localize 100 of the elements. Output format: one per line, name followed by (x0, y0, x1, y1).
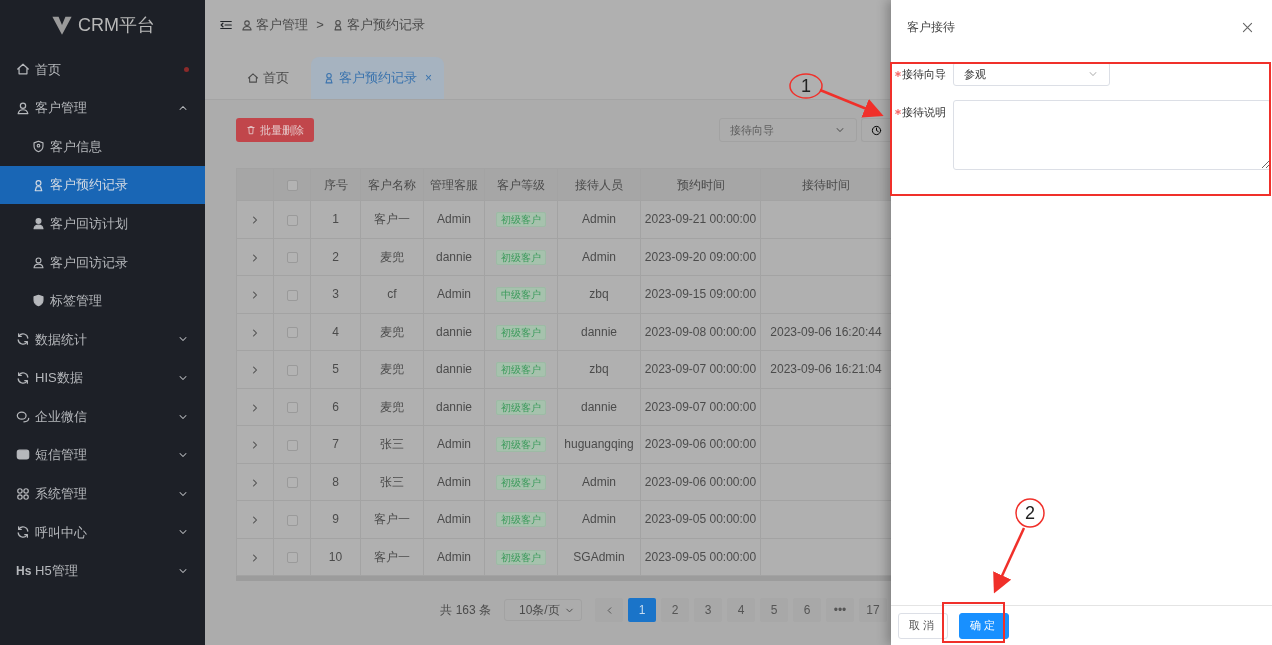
page-button[interactable]: 1 (628, 598, 656, 622)
page-button[interactable]: 6 (793, 598, 821, 622)
sidebar-item[interactable]: 首页 (0, 50, 205, 89)
confirm-button[interactable]: 确定 (959, 612, 1009, 639)
table-cell: 4 (310, 313, 361, 351)
sidebar-item[interactable]: 客户回访计划 (0, 204, 205, 243)
menu-toggle-button[interactable] (219, 18, 233, 32)
shield-icon (32, 294, 45, 308)
sidebar-label: 客户信息 (50, 137, 102, 156)
page-button[interactable]: 3 (694, 598, 722, 622)
chat-icon (16, 409, 30, 424)
page-button[interactable]: 2 (661, 598, 689, 622)
sidebar-label: 首页 (35, 60, 61, 79)
annotation-circle (789, 73, 823, 99)
table-cell: 2023-09-20 09:00:00 (640, 238, 761, 276)
table-cell: Admin (557, 200, 641, 238)
page-button[interactable]: 4 (727, 598, 755, 622)
table-cell: dannie (423, 388, 485, 426)
close-icon[interactable]: × (425, 69, 432, 87)
page-button[interactable]: ••• (826, 598, 854, 622)
page-button[interactable]: 5 (760, 598, 788, 622)
table-cell: huguangqing (557, 425, 641, 463)
sidebar-item[interactable]: 客户回访记录 (0, 242, 205, 282)
table-cell: Admin (557, 500, 641, 538)
row-checkbox[interactable] (286, 439, 298, 451)
table-cell: 10 (310, 538, 361, 576)
table-cell: 2023-09-06 00:00:00 (640, 463, 761, 501)
breadcrumb-item[interactable]: 客户预约记录 (331, 15, 426, 35)
tab[interactable]: 首页 (235, 57, 301, 99)
sidebar-item[interactable]: 客户管理 (0, 88, 205, 128)
select-all-checkbox[interactable] (286, 179, 298, 191)
table-cell: 2023-09-07 00:00:00 (640, 388, 761, 426)
sidebar-label: 客户回访计划 (50, 214, 128, 233)
highlight-box (942, 602, 1005, 643)
column-header: 序号 (310, 168, 361, 201)
refresh-icon (16, 332, 30, 347)
column-header: 接待时间 (760, 168, 892, 201)
tab-label: 首页 (263, 69, 289, 88)
sidebar-label: HIS数据 (35, 369, 83, 388)
time-picker-button[interactable] (861, 118, 891, 142)
page-size-select[interactable]: 10条/页 (504, 599, 582, 621)
table-cell: Admin (423, 425, 485, 463)
annotation-number: 1 (801, 76, 811, 96)
breadcrumb-separator: > (316, 16, 324, 35)
table-cell: 2023-09-06 00:00:00 (640, 425, 761, 463)
sidebar-item[interactable]: Hs H5管理 (0, 551, 205, 591)
refresh-icon (16, 525, 30, 540)
logo-icon (50, 14, 74, 36)
row-checkbox[interactable] (286, 327, 298, 339)
sidebar-item[interactable]: 标签管理 (0, 281, 205, 321)
row-checkbox[interactable] (286, 552, 298, 564)
batch-delete-button[interactable]: 批量删除 (236, 118, 314, 142)
breadcrumb-item[interactable]: 客户管理 (241, 15, 309, 35)
table-cell: 2023-09-05 00:00:00 (640, 538, 761, 576)
level-tag: 初级客户 (496, 437, 546, 453)
row-checkbox[interactable] (286, 252, 298, 264)
table-cell: 1 (310, 200, 361, 238)
table-cell: 客户一 (360, 500, 424, 538)
table-cell: 麦兜 (360, 313, 424, 351)
table-cell: Admin (423, 275, 485, 313)
home-icon (16, 62, 30, 77)
row-checkbox[interactable] (286, 402, 298, 414)
guide-select[interactable]: 接待向导 (719, 118, 857, 142)
row-checkbox[interactable] (286, 364, 298, 376)
table-cell: 8 (310, 463, 361, 501)
description-textarea[interactable] (953, 100, 1271, 170)
trash-icon (246, 125, 256, 135)
table-cell: 张三 (360, 463, 424, 501)
tab-label: 客户预约记录 (339, 69, 417, 88)
tab[interactable]: 客户预约记录 × (311, 57, 444, 99)
row-checkbox[interactable] (286, 514, 298, 526)
table-cell: dannie (557, 388, 641, 426)
sidebar-item[interactable]: 呼叫中心 (0, 513, 205, 552)
table-cell: 2023-09-07 00:00:00 (640, 350, 761, 388)
sidebar-item[interactable]: HIS数据 (0, 358, 205, 398)
clock-icon (871, 124, 882, 136)
sidebar-item[interactable]: 客户信息 (0, 127, 205, 166)
level-tag: 初级客户 (496, 249, 546, 265)
h5-icon: Hs (16, 562, 30, 580)
sidebar-label: H5管理 (35, 562, 78, 581)
sidebar-item[interactable]: 系统管理 (0, 474, 205, 514)
table-cell: dannie (423, 238, 485, 276)
guide-select[interactable]: 参观 (953, 62, 1110, 86)
user-icon (241, 19, 253, 31)
sidebar-label: 呼叫中心 (35, 523, 87, 542)
page-button[interactable]: 17 (859, 598, 887, 622)
table-cell: Admin (423, 500, 485, 538)
menu-icon (219, 18, 233, 32)
row-checkbox[interactable] (286, 289, 298, 301)
row-checkbox[interactable] (286, 214, 298, 226)
refresh-icon (16, 371, 30, 386)
table-cell: SGAdmin (557, 538, 641, 576)
sidebar-item[interactable]: 数据统计 (0, 320, 205, 359)
table-cell: dannie (423, 313, 485, 351)
level-tag: 初级客户 (496, 212, 546, 228)
row-checkbox[interactable] (286, 477, 298, 489)
cancel-button[interactable]: 取消 (898, 612, 948, 639)
sidebar-item[interactable]: 企业微信 (0, 397, 205, 436)
sidebar-item[interactable]: 客户预约记录 (0, 165, 205, 205)
sidebar-item[interactable]: 短信管理 (0, 435, 205, 475)
